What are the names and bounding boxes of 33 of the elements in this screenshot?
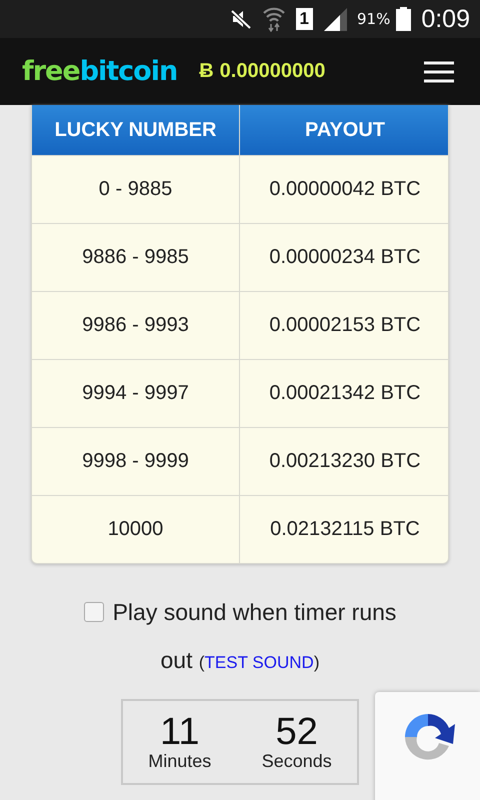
timer-unit: Seconds bbox=[262, 751, 332, 772]
table-cell: 0.00000234 BTC bbox=[240, 224, 448, 291]
table-cell: 0.00213230 BTC bbox=[240, 428, 448, 495]
checkbox[interactable] bbox=[84, 602, 104, 622]
sim-icon: 1 bbox=[296, 8, 313, 30]
timer-value: 11 bbox=[160, 713, 200, 751]
table-cell: 9994 - 9997 bbox=[32, 360, 239, 427]
captcha-badge[interactable] bbox=[375, 692, 480, 800]
timer-unit: Minutes bbox=[148, 751, 212, 772]
table-cell: 9998 - 9999 bbox=[32, 428, 239, 495]
sound-option-label: Play sound when timer runs out (TEST SOUND) bbox=[75, 588, 405, 687]
table-cell: 0.00000042 BTC bbox=[240, 156, 448, 223]
site-logo[interactable]: freebitcoin bbox=[22, 56, 178, 87]
mute-icon bbox=[230, 8, 252, 30]
table-cell: 10000 bbox=[32, 496, 239, 563]
balance-amount: 0.00000000 bbox=[220, 60, 326, 83]
menu-icon bbox=[424, 60, 454, 82]
battery-icon bbox=[396, 7, 412, 31]
clock-time: 0:09 bbox=[421, 4, 470, 34]
table-cell: 9986 - 9993 bbox=[32, 292, 239, 359]
signal-icon bbox=[322, 7, 347, 31]
table-cell: 0.00002153 BTC bbox=[240, 292, 448, 359]
column-header: PAYOUT bbox=[240, 105, 448, 155]
column-header: LUCKY NUMBER bbox=[32, 105, 239, 155]
bitcoin-icon: Ƀ bbox=[199, 60, 214, 83]
table-cell: 0 - 9885 bbox=[32, 156, 239, 223]
battery-percentage: 91% bbox=[356, 10, 390, 28]
table-cell: 0.02132115 BTC bbox=[240, 496, 448, 563]
wifi-icon bbox=[262, 6, 286, 32]
timer-value: 52 bbox=[276, 713, 318, 751]
table-cell: 0.00021342 BTC bbox=[240, 360, 448, 427]
test-sound-link[interactable]: TEST SOUND bbox=[204, 653, 314, 672]
table-cell: 9886 - 9985 bbox=[32, 224, 239, 291]
